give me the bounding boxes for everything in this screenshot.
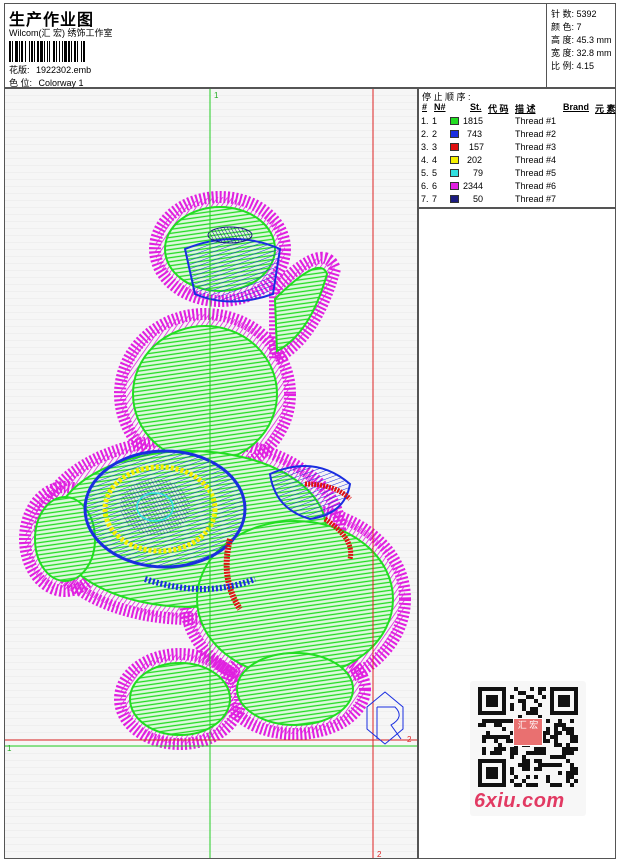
design-file-line: 花版: 1922302.emb: [9, 63, 91, 76]
embroidery-preview: 1 1 2 2: [5, 89, 417, 859]
barcode: [9, 41, 85, 62]
col-header-description: 描 述: [515, 104, 536, 114]
design-label: 花版:: [9, 65, 30, 75]
thread-row: 4. 4 202 Thread #4: [421, 155, 557, 165]
colorway-label: 色 位:: [9, 78, 33, 88]
thread-color-swatch: [450, 143, 459, 151]
thread-color-swatch: [450, 195, 459, 203]
design-file-name: 1922302.emb: [36, 65, 92, 75]
stat-scale: 比 例: 4.15: [551, 61, 595, 71]
vertical-guide-red-label: 2: [377, 850, 382, 859]
site-watermark: 6xiu.com: [474, 790, 565, 812]
stop-sequence-panel: 停 止 顺 序 : # N# St. 代 码 描 述 Brand 元 素 1. 1…: [418, 88, 616, 208]
vertical-guide-green-label: 1: [214, 91, 219, 100]
stat-height: 高 度: 45.3 mm: [551, 35, 612, 45]
thread-row: 2. 2 743 Thread #2: [421, 129, 557, 139]
stat-colors: 颜 色: 7: [551, 22, 582, 32]
col-header-code: 代 码: [488, 104, 509, 114]
thread-row: 6. 6 2344 Thread #6: [421, 181, 557, 191]
thread-color-swatch: [450, 156, 459, 164]
stop-sequence-heading: 停 止 顺 序 :: [422, 92, 471, 102]
col-header-stitches: St.: [470, 102, 482, 112]
horizontal-guide-red-label: 2: [407, 735, 412, 744]
company-name: Wilcom(汇 宏) 绣饰工作室: [9, 28, 113, 38]
col-header-needle: N#: [434, 102, 446, 112]
thread-row: 3. 3 157 Thread #3: [421, 142, 557, 152]
horizontal-guide-green-label: 1: [7, 744, 12, 753]
thread-row: 5. 5 79 Thread #5: [421, 168, 557, 178]
stat-width: 宽 度: 32.8 mm: [551, 48, 612, 58]
thread-color-swatch: [450, 182, 459, 190]
colorway-value: Colorway 1: [38, 78, 84, 88]
thread-color-swatch: [450, 169, 459, 177]
thread-color-swatch: [450, 117, 459, 125]
thread-row: 1. 1 1815 Thread #1: [421, 116, 557, 126]
thread-row: 7. 7 50 Thread #7: [421, 194, 557, 204]
thread-color-swatch: [450, 130, 459, 138]
design-stats-panel: 针 数: 5392 颜 色: 7 高 度: 45.3 mm 宽 度: 32.8 …: [546, 4, 617, 87]
col-header-index: #: [422, 102, 428, 112]
belly-patch-stitches: [83, 449, 247, 569]
col-header-element: 元 素: [595, 104, 616, 114]
embroidery-canvas[interactable]: 1 1 2 2: [4, 88, 418, 859]
col-header-brand: Brand: [563, 102, 590, 112]
stat-stitches: 针 数: 5392: [551, 9, 597, 19]
worksheet-header: 生产作业图 Wilcom(汇 宏) 绣饰工作室 花版: 1922302.emb …: [4, 3, 616, 88]
stitch-start-marker: [366, 691, 404, 745]
qr-center-logo: 汇 宏: [513, 718, 543, 746]
